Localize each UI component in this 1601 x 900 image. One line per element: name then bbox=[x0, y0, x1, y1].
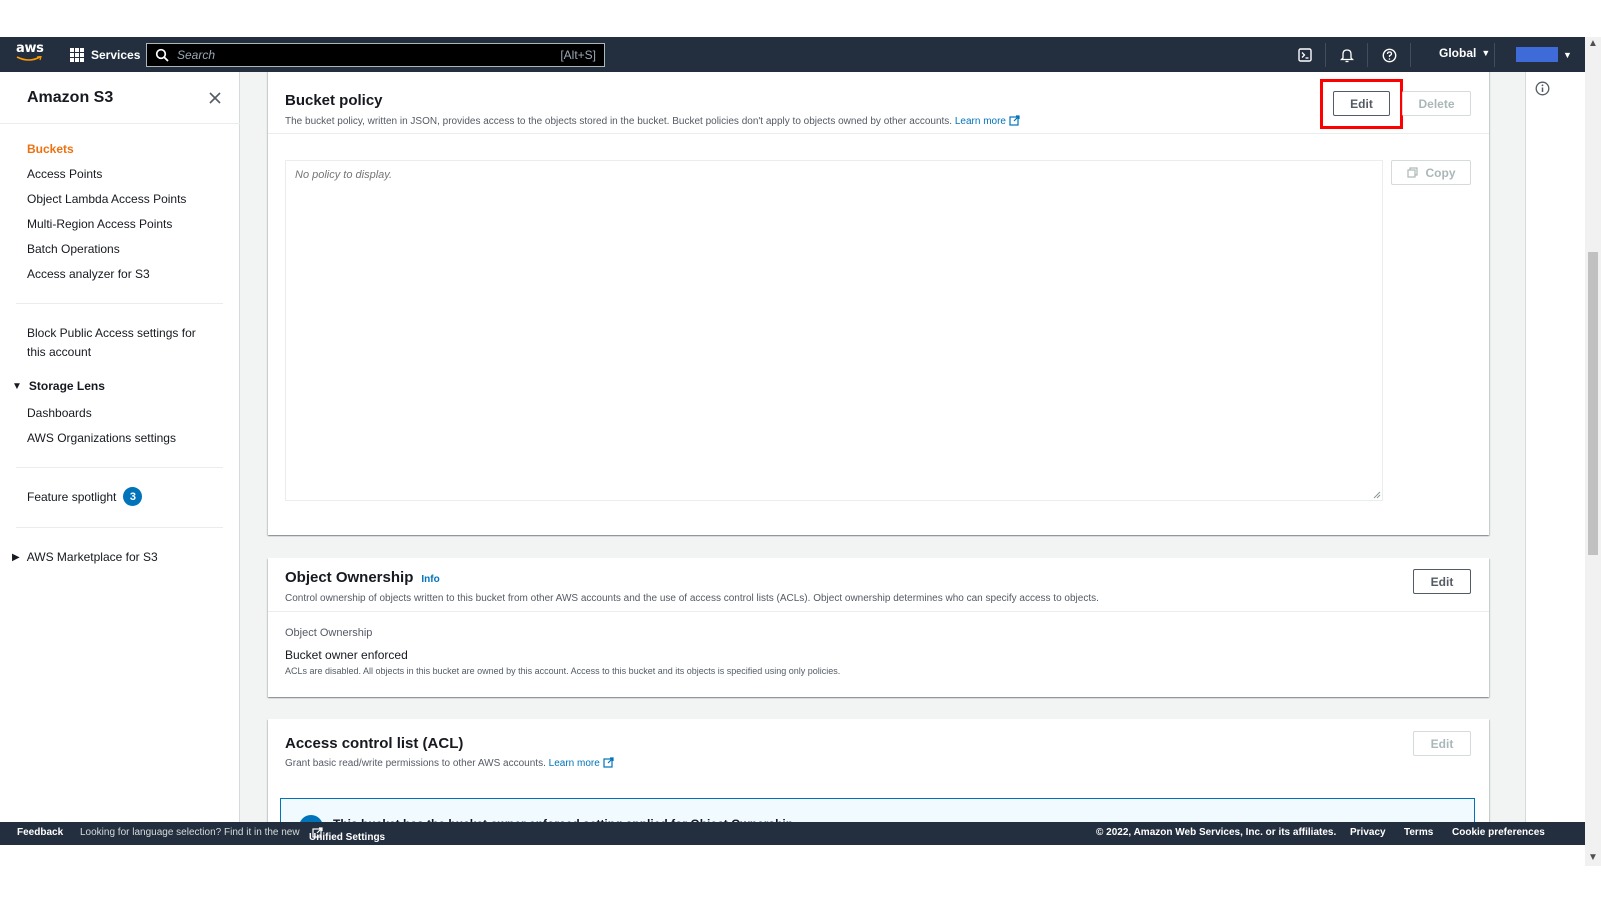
help-icon[interactable] bbox=[1380, 46, 1398, 64]
sidebar-item-feature-spotlight[interactable]: Feature spotlight 3 bbox=[27, 487, 143, 506]
search-icon bbox=[155, 48, 169, 62]
feature-spotlight-label: Feature spotlight bbox=[27, 489, 117, 504]
services-label: Services bbox=[91, 48, 141, 62]
caret-right-icon: ▶ bbox=[12, 551, 20, 563]
region-selector[interactable]: Global ▼ bbox=[1439, 46, 1490, 60]
sidebar-item-object-lambda-access-points[interactable]: Object Lambda Access Points bbox=[27, 192, 186, 206]
policy-json-textarea[interactable] bbox=[285, 160, 1383, 501]
language-message: Looking for language selection? Find it … bbox=[80, 827, 300, 838]
terms-link[interactable]: Terms bbox=[1404, 827, 1433, 838]
sidebar: Amazon S3 Buckets Access Points Object L… bbox=[0, 72, 240, 843]
caret-down-icon: ▼ bbox=[1481, 48, 1491, 58]
sidebar-divider bbox=[16, 303, 223, 304]
sidebar-item-buckets[interactable]: Buckets bbox=[27, 142, 74, 156]
sidebar-divider bbox=[16, 467, 223, 468]
external-link-icon bbox=[603, 757, 614, 768]
learn-more-link[interactable]: Learn more bbox=[549, 757, 614, 769]
bucket-policy-edit-button[interactable]: Edit bbox=[1333, 91, 1390, 116]
scroll-up-arrow-icon[interactable]: ▲ bbox=[1588, 39, 1598, 49]
sidebar-item-block-public-access[interactable]: Block Public Access settings for this ac… bbox=[27, 324, 207, 362]
bucket-policy-delete-button[interactable]: Delete bbox=[1402, 91, 1471, 116]
main-content: Bucket policy The bucket policy, written… bbox=[240, 72, 1525, 843]
bucket-policy-panel: Bucket policy The bucket policy, written… bbox=[268, 72, 1489, 535]
privacy-link[interactable]: Privacy bbox=[1350, 827, 1386, 838]
info-link[interactable]: Info bbox=[421, 574, 439, 585]
acl-title: Access control list (ACL) bbox=[285, 735, 464, 752]
nav-divider bbox=[1494, 43, 1495, 67]
sidebar-item-access-points[interactable]: Access Points bbox=[27, 167, 102, 181]
sidebar-title: Amazon S3 bbox=[27, 89, 114, 106]
object-ownership-panel: Object Ownership Info Control ownership o… bbox=[268, 558, 1489, 697]
sidebar-divider bbox=[0, 123, 240, 124]
sidebar-item-multi-region-access-points[interactable]: Multi-Region Access Points bbox=[27, 217, 172, 231]
scroll-down-arrow-icon[interactable]: ▼ bbox=[1588, 853, 1598, 863]
copy-icon bbox=[1406, 167, 1418, 178]
help-panel-rail bbox=[1525, 72, 1585, 843]
resize-grip-icon[interactable] bbox=[1372, 490, 1381, 499]
sidebar-item-dashboards[interactable]: Dashboards bbox=[27, 406, 92, 420]
search-shortcut-hint: [Alt+S] bbox=[560, 48, 596, 62]
caret-down-icon: ▼ bbox=[1563, 49, 1572, 60]
console-footer: Feedback Looking for language selection?… bbox=[0, 822, 1585, 845]
panel-header: Bucket policy The bucket policy, written… bbox=[268, 72, 1489, 134]
sidebar-item-batch-operations[interactable]: Batch Operations bbox=[27, 242, 120, 256]
feedback-link[interactable]: Feedback bbox=[17, 827, 63, 838]
sidebar-section-storage-lens[interactable]: ▼ Storage Lens bbox=[12, 379, 105, 393]
scrollbar-thumb[interactable] bbox=[1588, 252, 1598, 555]
caret-down-icon: ▼ bbox=[12, 380, 22, 392]
object-ownership-title: Object Ownership Info bbox=[285, 569, 440, 586]
storage-lens-label: Storage Lens bbox=[28, 379, 105, 393]
object-ownership-field-description: ACLs are disabled. All objects in this b… bbox=[285, 666, 841, 676]
page-scrollbar[interactable]: ▲ ▼ bbox=[1585, 37, 1601, 866]
search-bar[interactable]: [Alt+S] bbox=[146, 43, 605, 67]
bucket-policy-description: The bucket policy, written in JSON, prov… bbox=[285, 115, 1020, 127]
object-ownership-description: Control ownership of objects written to … bbox=[285, 593, 1099, 604]
copyright-text: © 2022, Amazon Web Services, Inc. or its… bbox=[1096, 827, 1337, 838]
aws-smile-icon bbox=[16, 56, 42, 61]
aws-logo[interactable]: aws bbox=[16, 41, 44, 65]
notification-count-badge: 3 bbox=[123, 487, 143, 506]
sidebar-item-access-analyzer[interactable]: Access analyzer for S3 bbox=[27, 267, 150, 281]
nav-divider bbox=[1367, 43, 1368, 67]
sidebar-divider bbox=[16, 527, 223, 528]
external-link-icon bbox=[1009, 115, 1020, 126]
sidebar-item-aws-organizations-settings[interactable]: AWS Organizations settings bbox=[27, 431, 176, 445]
region-label: Global bbox=[1439, 46, 1477, 60]
object-ownership-field-label: Object Ownership bbox=[285, 627, 373, 639]
acl-description: Grant basic read/write permissions to ot… bbox=[285, 757, 614, 769]
services-grid-icon bbox=[70, 48, 84, 62]
sidebar-section-aws-marketplace[interactable]: ▶ AWS Marketplace for S3 bbox=[12, 550, 158, 564]
search-input[interactable] bbox=[177, 48, 561, 62]
account-menu[interactable]: ▼ bbox=[1516, 47, 1572, 62]
panel-header: Object Ownership Info Control ownership o… bbox=[268, 558, 1489, 612]
cookie-preferences-link[interactable]: Cookie preferences bbox=[1452, 827, 1545, 838]
object-ownership-field-value: Bucket owner enforced bbox=[285, 648, 408, 662]
top-navigation-bar: aws Services [Alt+S] bbox=[0, 37, 1585, 72]
marketplace-label: AWS Marketplace for S3 bbox=[26, 550, 158, 564]
copy-policy-button[interactable]: Copy bbox=[1391, 160, 1471, 185]
account-name-redacted bbox=[1516, 47, 1558, 62]
page-title: Bucket policy bbox=[285, 92, 383, 109]
object-ownership-edit-button[interactable]: Edit bbox=[1413, 569, 1471, 594]
nav-divider bbox=[1325, 43, 1326, 67]
acl-edit-button[interactable]: Edit bbox=[1413, 731, 1471, 756]
description-text: The bucket policy, written in JSON, prov… bbox=[285, 116, 953, 127]
close-icon[interactable] bbox=[208, 91, 222, 105]
cloudshell-icon[interactable] bbox=[1296, 46, 1314, 64]
notifications-bell-icon[interactable] bbox=[1338, 46, 1356, 64]
learn-more-link[interactable]: Learn more bbox=[955, 115, 1020, 127]
services-menu-button[interactable]: Services bbox=[70, 46, 140, 64]
info-icon[interactable] bbox=[1535, 81, 1550, 96]
aws-console-window: aws Services [Alt+S] bbox=[0, 0, 1601, 900]
nav-divider bbox=[1410, 43, 1411, 67]
copy-label: Copy bbox=[1425, 165, 1456, 180]
unified-settings-link[interactable]: Unified Settings bbox=[309, 827, 385, 843]
aws-logo-text: aws bbox=[16, 41, 44, 56]
